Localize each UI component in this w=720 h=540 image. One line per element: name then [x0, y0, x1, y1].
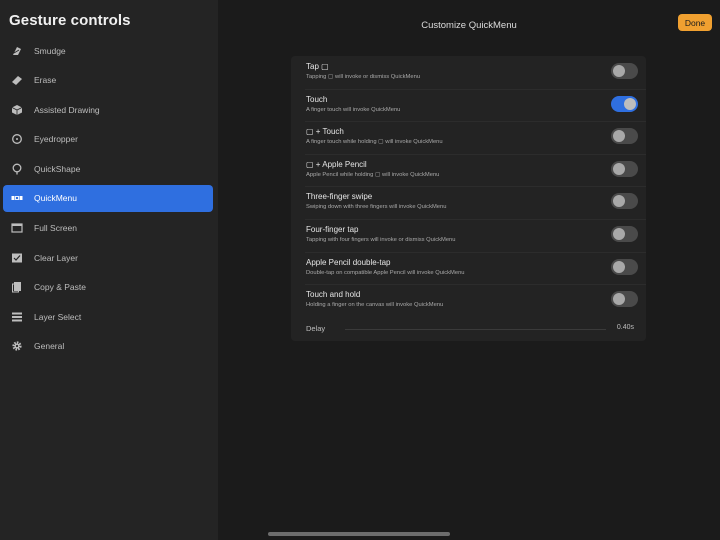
full-screen-icon — [11, 222, 23, 234]
settings-panel: Tap ▢ Tapping ▢ will invoke or dismiss Q… — [291, 56, 646, 341]
sidebar-item-full-screen[interactable]: Full Screen — [3, 215, 213, 242]
setting-title: Apple Pencil double-tap — [306, 257, 391, 267]
sidebar-item-label: QuickMenu — [34, 193, 77, 204]
setting-description: Holding a finger on the canvas will invo… — [306, 302, 444, 309]
sidebar: Gesture controls Smudge Erase Assisted D… — [0, 0, 218, 540]
setting-description: A finger touch will invoke QuickMenu — [306, 106, 401, 113]
eraser-icon — [11, 74, 23, 86]
layer-select-icon — [11, 311, 23, 323]
setting-row-tap: Tap ▢ Tapping ▢ will invoke or dismiss Q… — [291, 56, 646, 89]
sidebar-item-label: Clear Layer — [34, 252, 78, 263]
smudge-brush-icon — [11, 45, 23, 57]
toggle-knob — [613, 260, 625, 273]
toggle-knob — [613, 130, 625, 143]
toggle-knob — [613, 228, 625, 240]
setting-row-apple-pencil-double-tap: Apple Pencil double-tap Double-tap on co… — [291, 251, 646, 285]
cube-icon — [11, 104, 23, 116]
copy-paste-icon — [11, 281, 23, 293]
page-title: Customize QuickMenu — [421, 20, 517, 31]
sidebar-item-copy-paste[interactable]: Copy & Paste — [3, 274, 213, 301]
setting-title: Touch — [306, 94, 328, 104]
setting-title: Three-finger swipe — [306, 192, 373, 202]
setting-description: Tapping ▢ will invoke or dismiss QuickMe… — [306, 74, 421, 80]
setting-row-four-finger-tap: Four-finger tap Tapping with four finger… — [291, 219, 646, 252]
setting-description: Tapping with four fingers will invoke or… — [306, 237, 456, 243]
delay-slider[interactable] — [345, 329, 606, 330]
setting-title: Four-finger tap — [306, 225, 359, 234]
setting-row-three-finger-swipe: Three-finger swipe Swiping down with thr… — [291, 186, 646, 219]
toggle-switch[interactable] — [611, 193, 638, 210]
toggle-switch[interactable] — [611, 95, 638, 112]
setting-row-touch: Touch A finger touch will invoke QuickMe… — [291, 88, 646, 122]
sidebar-item-assisted-drawing[interactable]: Assisted Drawing — [3, 96, 213, 123]
toggle-knob — [613, 195, 625, 208]
sidebar-item-label: General — [34, 341, 65, 352]
toggle-knob — [624, 97, 636, 110]
setting-row-touch-and-hold: Touch and hold Holding a finger on the c… — [291, 284, 646, 317]
sidebar-item-quickmenu[interactable]: QuickMenu — [3, 184, 213, 212]
toggle-switch[interactable] — [611, 226, 638, 242]
gear-icon — [11, 340, 23, 352]
toggle-switch[interactable] — [611, 63, 638, 79]
sidebar-item-general[interactable]: General — [3, 333, 213, 360]
setting-title: ▢ + Touch — [306, 127, 344, 137]
sidebar-item-label: Layer Select — [34, 311, 82, 322]
setting-row-square-apple-pencil: ▢ + Apple Pencil Apple Pencil while hold… — [291, 153, 646, 187]
delay-label: Delay — [306, 324, 326, 333]
sidebar-nav: Smudge Erase Assisted Drawing Eyedropper — [3, 37, 213, 363]
quickshape-icon — [11, 163, 23, 175]
setting-title: Tap ▢ — [306, 62, 329, 71]
sidebar-item-quickshape[interactable]: QuickShape — [3, 155, 213, 182]
sidebar-item-eyedropper[interactable]: Eyedropper — [3, 126, 213, 153]
sidebar-item-label: Copy & Paste — [34, 282, 86, 293]
setting-title: ▢ + Apple Pencil — [306, 159, 367, 169]
toggle-knob — [613, 65, 625, 77]
sidebar-item-clear-layer[interactable]: Clear Layer — [3, 244, 213, 271]
sidebar-item-label: Assisted Drawing — [34, 104, 100, 115]
clear-layer-icon — [11, 252, 23, 264]
toggle-switch[interactable] — [611, 160, 638, 177]
main-content: Customize QuickMenu Done Tap ▢ Tapping ▢… — [218, 0, 720, 540]
toggle-switch[interactable] — [611, 291, 638, 308]
sidebar-item-label: Eyedropper — [34, 134, 78, 145]
delay-value: 0.40s — [616, 324, 634, 331]
sidebar-title: Gesture controls — [9, 12, 131, 29]
quickmenu-icon — [11, 192, 23, 204]
setting-description: Double-tap on compatible Apple Pencil wi… — [306, 269, 465, 276]
sidebar-item-label: Erase — [34, 75, 57, 86]
toggle-switch[interactable] — [611, 258, 638, 275]
setting-description: A finger touch while holding ▢ will invo… — [306, 139, 443, 146]
sidebar-item-label: QuickShape — [34, 163, 81, 174]
done-button[interactable]: Done — [678, 14, 712, 31]
setting-description: Swiping down with three fingers will inv… — [306, 204, 447, 211]
sidebar-item-erase[interactable]: Erase — [3, 67, 213, 94]
setting-description: Apple Pencil while holding ▢ will invoke… — [306, 171, 440, 178]
sidebar-item-smudge[interactable]: Smudge — [3, 37, 213, 64]
sidebar-item-layer-select[interactable]: Layer Select — [3, 303, 213, 330]
sidebar-item-label: Smudge — [34, 45, 66, 56]
toggle-switch[interactable] — [611, 128, 638, 145]
delay-row: Delay 0.40s — [291, 318, 646, 340]
toggle-knob — [613, 293, 625, 306]
eyedropper-circle-icon — [11, 133, 23, 145]
setting-row-square-touch: ▢ + Touch A finger touch while holding ▢… — [291, 121, 646, 154]
toggle-knob — [613, 162, 625, 175]
setting-title: Touch and hold — [306, 290, 361, 300]
sidebar-item-label: Full Screen — [34, 223, 77, 234]
home-indicator — [268, 532, 450, 536]
